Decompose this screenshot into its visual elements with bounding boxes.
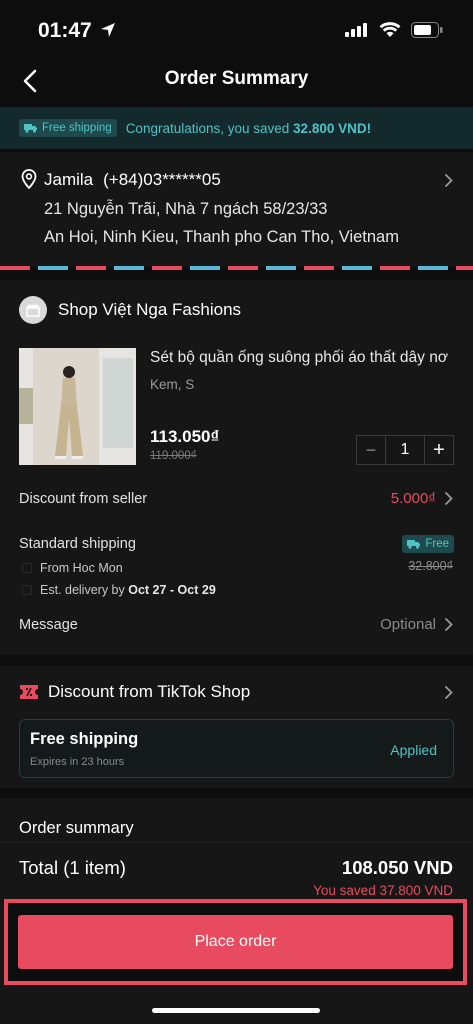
signal-icon — [345, 23, 367, 37]
tiktok-discount-section[interactable]: Discount from TikTok Shop Free shipping … — [0, 666, 473, 788]
nav-bar: Order Summary — [0, 58, 473, 104]
shipping-origin: From Hoc Mon — [40, 561, 123, 575]
estimated-delivery: Est. delivery by Oct 27 - Oct 29 — [40, 583, 216, 597]
coupon-expiry: Expires in 23 hours — [30, 756, 125, 768]
wifi-icon — [379, 22, 401, 37]
total-saved: You saved 37.800 VND — [313, 883, 453, 898]
free-shipping-tag-label: Free shipping — [42, 122, 112, 134]
quantity-stepper: − 1 + — [356, 435, 454, 465]
shipping-address[interactable]: Jamila (+84)03******05 21 Nguyễn Trãi, Nh… — [0, 152, 473, 267]
status-icons — [345, 22, 443, 38]
address-stripe-divider — [0, 266, 473, 270]
shop-name[interactable]: Shop Việt Nga Fashions — [58, 300, 241, 320]
recipient-name: Jamila — [44, 170, 94, 189]
product-original-price: 119.000₫ — [150, 450, 197, 462]
estimated-delivery-dates: Oct 27 - Oct 29 — [128, 583, 216, 597]
page-title: Order Summary — [164, 68, 309, 89]
seller-discount-label: Discount from seller — [19, 491, 148, 507]
total-value: 108.050 VND — [341, 857, 453, 878]
battery-icon — [411, 22, 443, 38]
truck-icon — [24, 124, 37, 133]
shipping-original-price: 32.800₫ — [408, 559, 453, 573]
quantity-value[interactable]: 1 — [386, 436, 424, 464]
truck-icon — [407, 540, 421, 549]
seller-discount-value: 5.000₫ — [390, 490, 436, 507]
shipping-label: Standard shipping — [19, 536, 136, 552]
product-price: 113.050₫ — [150, 427, 220, 446]
coupon-status: Applied — [390, 742, 437, 758]
savings-text: Congratulations, you saved 32.800 VND! — [126, 121, 371, 136]
divider — [0, 842, 473, 843]
savings-text-prefix: Congratulations, you saved — [125, 120, 294, 136]
chevron-right-icon — [444, 685, 453, 700]
chevron-right-icon — [444, 491, 453, 506]
total-label: Total (1 item) — [19, 857, 126, 878]
product-image[interactable] — [19, 348, 136, 465]
voucher-icon — [20, 685, 38, 699]
status-bar: 01:47 — [0, 0, 473, 62]
location-arrow-icon — [100, 23, 115, 37]
savings-amount: 32.800 VND! — [293, 120, 372, 136]
address-line-1: 21 Nguyễn Trãi, Nhà 7 ngách 58/23/33 — [44, 200, 328, 218]
free-shipping-badge-label: Free — [425, 538, 449, 550]
chevron-right-icon — [444, 617, 453, 632]
location-pin-icon — [21, 169, 37, 189]
place-order-button[interactable]: Place order — [18, 915, 453, 969]
message-placeholder: Optional — [380, 616, 436, 633]
order-summary-section: Order summary Total (1 item) 108.050 VND… — [0, 798, 473, 1024]
free-shipping-coupon[interactable]: Free shipping Expires in 23 hours Applie… — [19, 719, 454, 778]
dot-icon — [22, 585, 32, 595]
message-label: Message — [19, 617, 78, 633]
order-summary-title: Order summary — [19, 819, 134, 837]
chevron-right-icon — [444, 173, 453, 188]
coupon-title: Free shipping — [30, 730, 139, 748]
status-time-text: 01:47 — [38, 19, 92, 42]
increase-quantity-button[interactable]: + — [424, 436, 453, 464]
store-icon — [26, 304, 40, 317]
free-shipping-badge: Free — [402, 535, 454, 553]
product-title[interactable]: Sét bộ quần ống suông phối áo thất dây n… — [150, 349, 455, 367]
recipient-phone: (+84)03******05 — [103, 170, 221, 189]
decrease-quantity-button[interactable]: − — [357, 436, 386, 464]
home-indicator[interactable] — [152, 1008, 320, 1013]
shop-section: Shop Việt Nga Fashions Sét bộ quần ống s… — [0, 280, 473, 655]
status-time: 01:47 — [38, 19, 116, 43]
shop-avatar — [19, 296, 47, 324]
seller-discount-row[interactable]: 5.000₫ — [391, 490, 453, 507]
tiktok-discount-title: Discount from TikTok Shop — [48, 682, 251, 701]
recipient: Jamila (+84)03******05 — [44, 170, 221, 190]
free-shipping-tag: Free shipping — [19, 119, 117, 137]
product-variant[interactable]: Kem, S — [150, 377, 194, 392]
savings-banner: Free shipping Congratulations, you saved… — [0, 107, 473, 149]
dot-icon — [22, 563, 32, 573]
address-line-2: An Hoi, Ninh Kieu, Thanh pho Can Tho, Vi… — [44, 228, 399, 246]
estimated-delivery-prefix: Est. delivery by — [40, 583, 129, 597]
message-row[interactable]: Optional — [380, 616, 453, 633]
place-order-highlight: Place order — [4, 899, 467, 985]
